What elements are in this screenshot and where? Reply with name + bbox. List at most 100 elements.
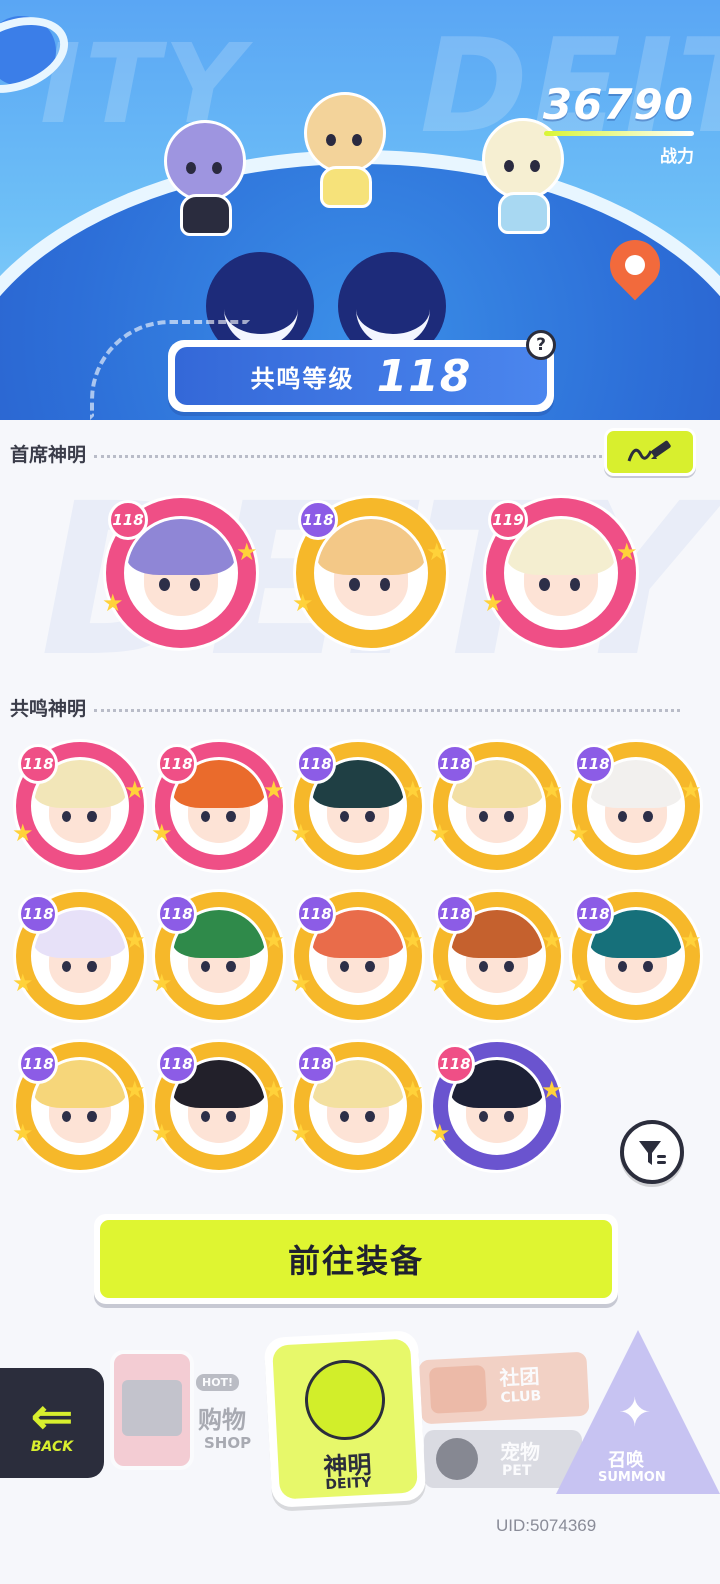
sparkle-icon: ✦ (618, 1390, 652, 1436)
hot-badge: HOT! (196, 1374, 240, 1391)
level-badge: 118 (574, 894, 614, 934)
deity-avatar[interactable]: ★ ★ 118 (290, 1042, 424, 1170)
level-badge: 118 (435, 1044, 475, 1084)
star-icon: ★ (124, 926, 146, 954)
deity-avatar[interactable]: ★ ★ 118 (568, 742, 702, 870)
star-icon: ★ (426, 538, 448, 566)
star-icon: ★ (263, 1076, 285, 1104)
star-icon: ★ (12, 969, 34, 997)
go-equip-label: 前往装备 (100, 1220, 612, 1298)
deity-avatar[interactable]: ★ ★ 118 (151, 742, 285, 870)
level-badge: 118 (296, 744, 336, 784)
edit-chief-button[interactable] (604, 428, 696, 476)
star-icon: ★ (151, 969, 173, 997)
star-icon: ★ (292, 589, 314, 617)
deity-avatar[interactable]: ★ ★ 119 (482, 498, 638, 648)
summon-label-en: SUMMON (598, 1470, 666, 1485)
star-icon: ★ (236, 538, 258, 566)
star-icon: ★ (568, 819, 590, 847)
pet-label-en: PET (502, 1463, 532, 1479)
deity-avatar[interactable]: ★ ★ 118 (151, 1042, 285, 1170)
star-icon: ★ (263, 776, 285, 804)
chibi-deity-2[interactable] (290, 92, 398, 212)
star-icon: ★ (482, 589, 504, 617)
combat-power: 36790 战力 (543, 80, 694, 167)
go-equip-button[interactable]: 前往装备 (94, 1214, 618, 1304)
level-badge: 118 (18, 1044, 58, 1084)
combat-power-label: 战力 (660, 147, 694, 167)
back-button[interactable]: ⇐ BACK (0, 1368, 104, 1478)
nav-deity-button[interactable]: 神明 DEITY (263, 1330, 427, 1508)
deity-avatar[interactable]: ★ ★ 118 (429, 892, 563, 1020)
star-icon: ★ (402, 926, 424, 954)
filter-icon (639, 1141, 666, 1165)
shop-label-cn: 购物 (198, 1406, 246, 1434)
deity-avatar[interactable]: ★ ★ 118 (151, 892, 285, 1020)
lock-icon (436, 1438, 478, 1480)
star-icon: ★ (680, 776, 702, 804)
star-icon: ★ (541, 926, 563, 954)
filter-button[interactable] (620, 1120, 684, 1184)
level-badge: 118 (574, 744, 614, 784)
star-icon: ★ (151, 819, 173, 847)
deity-avatar[interactable]: ★ ★ 118 (102, 498, 258, 648)
star-icon: ★ (12, 1119, 34, 1147)
star-icon: ★ (429, 819, 451, 847)
chibi-deity-1[interactable] (150, 120, 258, 240)
pet-label-cn: 宠物 (500, 1440, 540, 1464)
resonance-level-label: 共鸣等级 (250, 364, 355, 393)
star-icon: ★ (290, 819, 312, 847)
deity-avatar[interactable]: ★ ★ 118 (292, 498, 448, 648)
deity-avatar[interactable]: ★ ★ 118 (429, 1042, 563, 1170)
shop-label-en: SHOP (204, 1434, 252, 1452)
summon-label-cn: 召唤 (608, 1450, 644, 1471)
deity-avatar[interactable]: ★ ★ 118 (290, 742, 424, 870)
resonance-level-value: 118 (376, 350, 472, 402)
level-badge: 118 (157, 894, 197, 934)
star-icon: ★ (541, 1076, 563, 1104)
deity-mascot-icon (302, 1357, 388, 1443)
star-icon: ★ (263, 926, 285, 954)
star-icon: ★ (402, 1076, 424, 1104)
deity-avatar[interactable]: ★ ★ 118 (290, 892, 424, 1020)
combat-power-underline (544, 131, 694, 136)
deity-avatar[interactable]: ★ ★ 118 (429, 742, 563, 870)
deity-avatar[interactable]: ★ ★ 118 (12, 1042, 146, 1170)
edit-pencil-icon (627, 440, 671, 462)
star-icon: ★ (541, 776, 563, 804)
resonance-deity-heading: 共鸣神明 (10, 694, 680, 721)
club-label-en: CLUB (500, 1388, 542, 1407)
star-icon: ★ (616, 538, 638, 566)
star-icon: ★ (429, 1119, 451, 1147)
star-icon: ★ (290, 1119, 312, 1147)
level-badge: 118 (157, 744, 197, 784)
nav-summon-button[interactable]: ✦ 召唤 SUMMON (556, 1330, 720, 1500)
back-arrow-icon: ⇐ (30, 1387, 74, 1447)
star-icon: ★ (290, 969, 312, 997)
deity-avatar[interactable]: ★ ★ 118 (568, 892, 702, 1020)
level-badge: 118 (296, 894, 336, 934)
level-badge: 118 (18, 744, 58, 784)
club-label-cn: 社团 (498, 1364, 541, 1391)
star-icon: ★ (402, 776, 424, 804)
help-icon[interactable]: ? (526, 330, 556, 360)
level-badge: 118 (296, 1044, 336, 1084)
deity-avatar[interactable]: ★ ★ 118 (12, 892, 146, 1020)
user-id: UID:5074369 (496, 1516, 597, 1535)
star-icon: ★ (568, 969, 590, 997)
star-icon: ★ (429, 969, 451, 997)
divider (94, 709, 680, 712)
star-icon: ★ (102, 589, 124, 617)
vending-machine-icon (110, 1350, 194, 1470)
hero-banner: ITY DEIT 36790 战力 共鸣等级 118 ? (0, 0, 720, 420)
nav-shop-button[interactable]: HOT! 购物 SHOP (100, 1340, 276, 1490)
level-badge: 118 (435, 894, 475, 934)
level-badge: 118 (108, 500, 148, 540)
chief-deity-title: 首席神明 (10, 444, 87, 466)
club-icon (428, 1364, 488, 1414)
divider (94, 455, 680, 458)
level-badge: 118 (435, 744, 475, 784)
resonance-deity-title: 共鸣神明 (10, 698, 87, 720)
deity-avatar[interactable]: ★ ★ 118 (12, 742, 146, 870)
star-icon: ★ (151, 1119, 173, 1147)
